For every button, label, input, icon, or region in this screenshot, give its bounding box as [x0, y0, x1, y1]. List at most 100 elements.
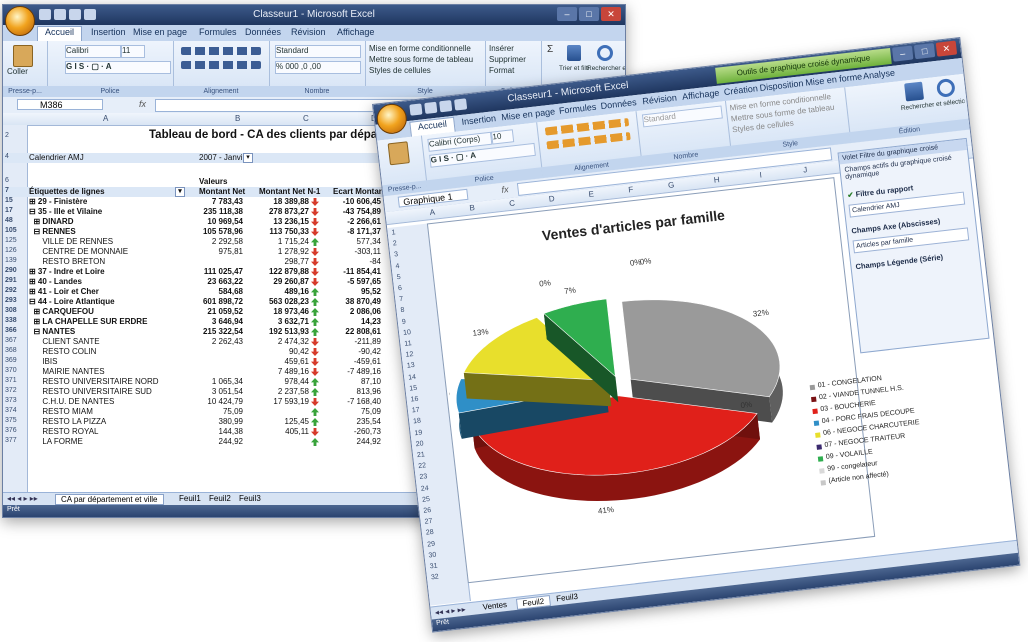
- row-label[interactable]: RESTO UNIVERSITAIRE SUD: [29, 387, 152, 396]
- paste-icon[interactable]: [387, 141, 410, 166]
- column-header[interactable]: G: [668, 180, 675, 190]
- row-label[interactable]: RESTO BRETON: [29, 257, 105, 266]
- tab-affichage[interactable]: Affichage: [337, 27, 374, 37]
- cell-montant-net-n1[interactable]: 17 593,19: [249, 397, 309, 406]
- row-label[interactable]: ⊞ 41 - Loir et Cher: [29, 287, 99, 296]
- cell-montant-net[interactable]: 3 051,54: [183, 387, 243, 396]
- cell-montant-net[interactable]: 75,09: [183, 407, 243, 416]
- row-label[interactable]: ⊞ 40 - Landes: [29, 277, 82, 286]
- tab-insertion[interactable]: Insertion: [461, 113, 496, 127]
- cell-montant-net[interactable]: 111 025,47: [183, 267, 243, 276]
- tab-revision[interactable]: Révision: [642, 92, 677, 106]
- row-number[interactable]: 32: [431, 574, 440, 582]
- row-label[interactable]: ⊞ LA CHAPELLE SUR ERDRE: [29, 317, 147, 326]
- fx-icon[interactable]: fx: [501, 184, 509, 195]
- row-number[interactable]: 7: [399, 296, 404, 303]
- cell-montant-net[interactable]: 10 969,54: [183, 217, 243, 226]
- sheet-tab[interactable]: Feuil2: [209, 494, 231, 503]
- indent-icon[interactable]: [181, 61, 261, 69]
- row-number[interactable]: 26: [423, 507, 432, 515]
- row-labels-dropdown-icon[interactable]: ▾: [175, 187, 185, 197]
- tab-donnees[interactable]: Données: [245, 27, 281, 37]
- tab-mise-en-page[interactable]: Mise en page: [133, 27, 187, 37]
- row-label[interactable]: ⊟ RENNES: [29, 227, 75, 236]
- cell-montant-net-n1[interactable]: 1 715,24: [249, 237, 309, 246]
- row-label[interactable]: CENTRE DE MONNAIE: [29, 247, 128, 256]
- font-name-select[interactable]: Calibri: [65, 45, 121, 58]
- cell-ecart[interactable]: -8 171,37: [321, 227, 381, 236]
- maximize-icon[interactable]: □: [913, 43, 936, 60]
- cell-montant-net[interactable]: 3 646,94: [183, 317, 243, 326]
- row-number[interactable]: 18: [413, 418, 422, 426]
- cell-montant-net[interactable]: 975,81: [183, 247, 243, 256]
- row-label[interactable]: C.H.U. DE NANTES: [29, 397, 114, 406]
- row-number[interactable]: 31: [429, 563, 438, 571]
- maximize-icon[interactable]: □: [579, 7, 599, 21]
- cell-ecart[interactable]: 38 870,49: [321, 297, 381, 306]
- tab-disposition[interactable]: Disposition: [759, 78, 804, 93]
- column-header[interactable]: E: [588, 189, 594, 199]
- cell-montant-net-n1[interactable]: 298,77: [249, 257, 309, 266]
- fx-icon[interactable]: fx: [139, 99, 146, 109]
- close-icon[interactable]: ✕: [935, 40, 958, 57]
- cell-ecart[interactable]: -7 489,16: [321, 367, 381, 376]
- cell-montant-net[interactable]: 105 578,96: [183, 227, 243, 236]
- row-number[interactable]: 30: [428, 551, 437, 559]
- cell-montant-net[interactable]: 380,99: [183, 417, 243, 426]
- cell-ecart[interactable]: -211,89: [321, 337, 381, 346]
- cell-ecart[interactable]: 577,34: [321, 237, 381, 246]
- cell-montant-net-n1[interactable]: 18 389,88: [249, 197, 309, 206]
- cell-ecart[interactable]: 2 086,06: [321, 307, 381, 316]
- format-as-table-button[interactable]: Mettre sous forme de tableau: [369, 55, 481, 65]
- row-label[interactable]: ⊞ DINARD: [29, 217, 73, 226]
- row-number[interactable]: 1: [391, 229, 396, 236]
- sort-filter-button[interactable]: Trier et filtrer: [559, 65, 589, 75]
- cell-montant-net[interactable]: 235 118,38: [183, 207, 243, 216]
- row-number[interactable]: 23: [419, 474, 428, 482]
- indent-icon[interactable]: [546, 131, 631, 150]
- cell-montant-net-n1[interactable]: 90,42: [249, 347, 309, 356]
- sheet-tab[interactable]: Ventes: [482, 600, 507, 612]
- cell-styles-button[interactable]: Styles de cellules: [369, 66, 481, 76]
- find-icon[interactable]: [935, 77, 956, 98]
- font-size-select[interactable]: 11: [121, 45, 145, 58]
- cell-montant-net[interactable]: 2 292,58: [183, 237, 243, 246]
- cell-montant-net-n1[interactable]: 459,61: [249, 357, 309, 366]
- cell-ecart[interactable]: -459,61: [321, 357, 381, 366]
- row-number[interactable]: 6: [398, 285, 403, 292]
- cell-montant-net[interactable]: 215 322,54: [183, 327, 243, 336]
- sheet-nav-icon[interactable]: ◂◂ ◂ ▸ ▸▸: [7, 494, 38, 503]
- number-format-select[interactable]: Standard: [275, 45, 361, 58]
- pivot-chart[interactable]: Ventes d'articles par famille 32%0%41%7%…: [426, 177, 876, 584]
- row-number[interactable]: 28: [426, 529, 435, 537]
- row-number[interactable]: 20: [415, 440, 424, 448]
- row-number[interactable]: 14: [408, 373, 417, 381]
- row-number[interactable]: 3: [394, 251, 399, 258]
- cell-montant-net-n1[interactable]: 122 879,88: [249, 267, 309, 276]
- row-number[interactable]: 11: [404, 340, 412, 348]
- column-header[interactable]: D: [548, 194, 555, 204]
- cell-montant-net[interactable]: 21 059,52: [183, 307, 243, 316]
- cell-montant-net[interactable]: 10 424,79: [183, 397, 243, 406]
- cell-montant-net[interactable]: 601 898,72: [183, 297, 243, 306]
- cell-montant-net-n1[interactable]: 13 236,15: [249, 217, 309, 226]
- cell-montant-net[interactable]: 2 262,43: [183, 337, 243, 346]
- chart-legend[interactable]: 01 - CONGELATION 02 - VIANDE TUNNEL H.S. 0…: [809, 369, 928, 505]
- tab-mise-en-page[interactable]: Mise en page: [501, 106, 556, 122]
- cell-montant-net-n1[interactable]: 18 973,46: [249, 307, 309, 316]
- row-label[interactable]: CLIENT SANTE: [29, 337, 99, 346]
- cell-montant-net-n1[interactable]: 29 260,87: [249, 277, 309, 286]
- tab-insertion[interactable]: Insertion: [91, 27, 126, 37]
- row-label[interactable]: MAIRIE NANTES: [29, 367, 104, 376]
- cell-montant-net-n1[interactable]: 978,44: [249, 377, 309, 386]
- tab-affichage[interactable]: Affichage: [682, 88, 720, 102]
- row-number[interactable]: 25: [422, 496, 431, 504]
- cell-montant-net[interactable]: 244,92: [183, 437, 243, 446]
- row-label[interactable]: ⊟ NANTES: [29, 327, 75, 336]
- row-label[interactable]: RESTO MIAM: [29, 407, 93, 416]
- sheet-tab[interactable]: Feuil1: [179, 494, 201, 503]
- row-label[interactable]: ⊞ 37 - Indre et Loire: [29, 267, 105, 276]
- cell-ecart[interactable]: 75,09: [321, 407, 381, 416]
- cell-ecart[interactable]: -10 606,45: [321, 197, 381, 206]
- row-number[interactable]: 16: [410, 396, 419, 404]
